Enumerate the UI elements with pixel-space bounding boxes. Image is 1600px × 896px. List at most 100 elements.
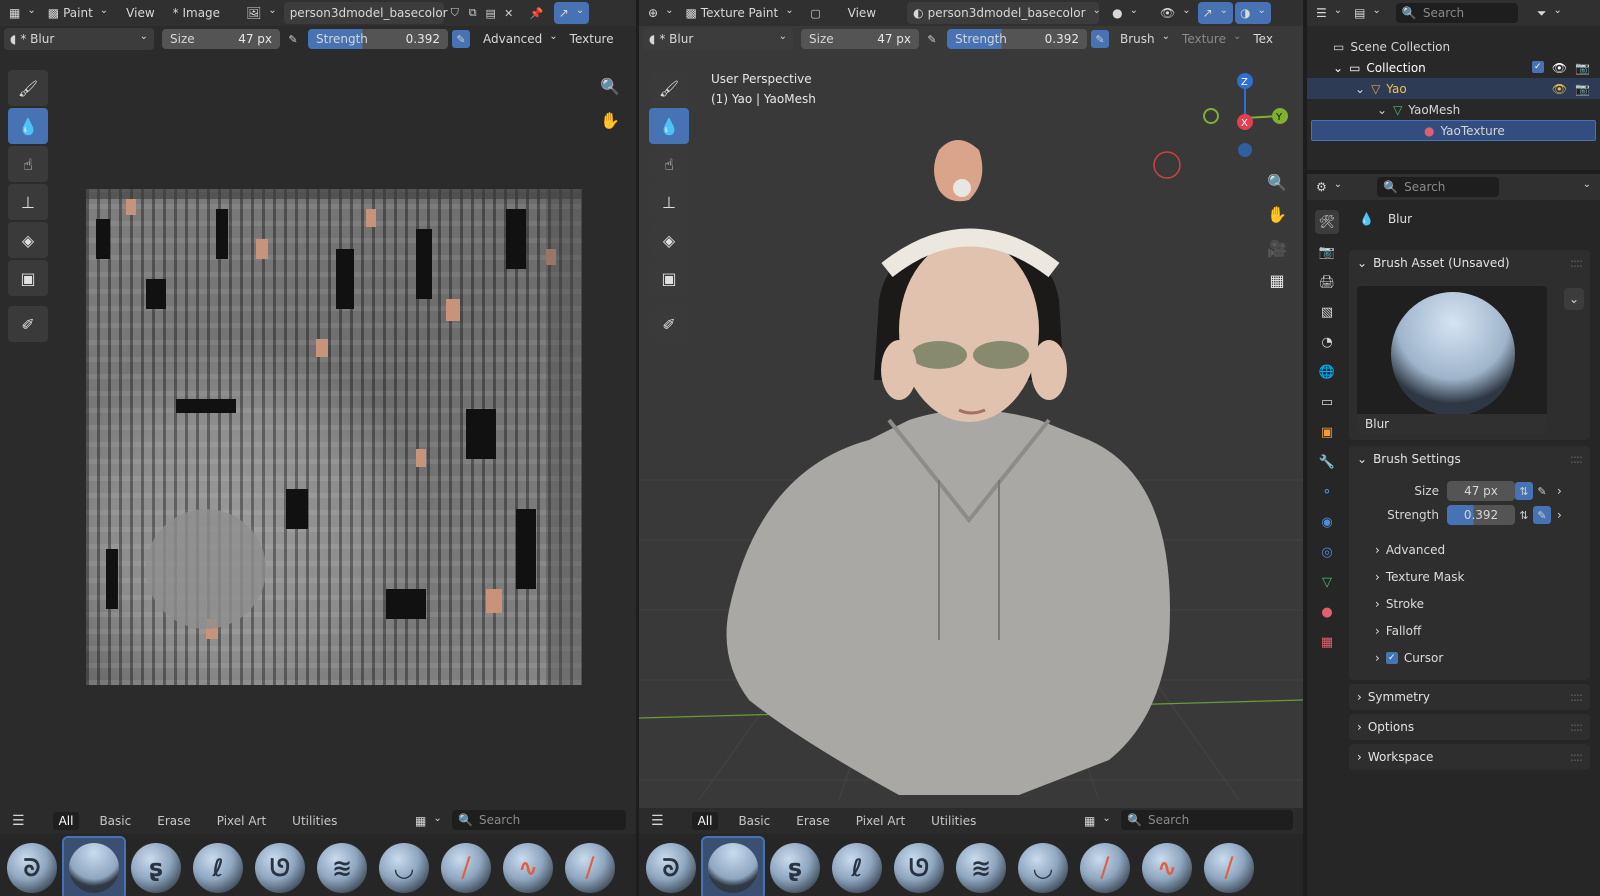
smear-tool[interactable]: ☝: [8, 146, 48, 182]
brush-thumb[interactable]: ◡: [374, 838, 434, 896]
object-row-yao[interactable]: ⌄ ▽ Yao 👁 📷: [1307, 78, 1600, 99]
brush-thumb[interactable]: ʂ: [765, 838, 825, 896]
zoom-icon[interactable]: 🔍: [596, 72, 624, 100]
stroke-subpanel[interactable]: › Stroke: [1349, 590, 1590, 617]
brush-thumb[interactable]: ≋: [951, 838, 1011, 896]
unit-toggle-icon[interactable]: ⇅: [1515, 482, 1533, 500]
shelf-search-input[interactable]: 🔍 Search: [452, 810, 626, 830]
size-field[interactable]: Size 47 px: [162, 29, 280, 49]
physics-tab-icon[interactable]: ◉: [1315, 510, 1339, 534]
eye-icon[interactable]: 👁: [1552, 82, 1567, 96]
camera-icon[interactable]: 📷: [1575, 82, 1590, 96]
shield-icon[interactable]: ⛉: [446, 4, 464, 22]
filter-button[interactable]: ⏷: [1532, 2, 1567, 24]
brush-settings-header[interactable]: ⌄ Brush Settings::::: [1349, 446, 1590, 472]
shelf-tab-basic[interactable]: Basic: [732, 812, 776, 830]
display-mode-button[interactable]: ▤: [1349, 2, 1386, 24]
image-browse-button[interactable]: 🖼: [241, 2, 282, 24]
close-icon[interactable]: ✕: [500, 4, 518, 22]
brush-thumb[interactable]: ∿: [1137, 838, 1197, 896]
duplicate-icon[interactable]: ⧉: [464, 4, 482, 22]
shelf-menu-icon[interactable]: ☰: [651, 813, 664, 829]
view-layer-tab-icon[interactable]: ▧: [1315, 300, 1339, 324]
properties-search-input[interactable]: 🔍 Search: [1377, 177, 1500, 197]
brush-thumb[interactable]: ⧸: [560, 838, 620, 896]
texture-canvas[interactable]: [86, 189, 582, 685]
particles-tab-icon[interactable]: ⚬: [1315, 480, 1339, 504]
brush-thumb[interactable]: ᘐ: [2, 838, 62, 896]
paint-mode-menu[interactable]: ▩ Paint: [43, 2, 113, 24]
brush-preview[interactable]: Blur: [1357, 286, 1547, 434]
shelf-display-button[interactable]: ▦: [410, 810, 447, 832]
brush-thumb-blur[interactable]: [701, 836, 765, 896]
pen-pressure-icon[interactable]: ✎: [1533, 506, 1551, 524]
brush-thumb-blur[interactable]: [62, 836, 126, 896]
annotate-tool[interactable]: ✐: [8, 306, 48, 342]
drag-handle-icon[interactable]: ::::: [1570, 452, 1583, 466]
options-button[interactable]: [1575, 176, 1596, 198]
falloff-subpanel[interactable]: › Falloff: [1349, 617, 1590, 644]
material-tab-icon[interactable]: ●: [1315, 600, 1339, 624]
shelf-tab-all[interactable]: All: [691, 812, 719, 830]
brush-thumb[interactable]: ᘎ: [889, 838, 949, 896]
clone-tool[interactable]: ⊥: [8, 184, 48, 220]
advanced-menu[interactable]: Advanced: [478, 28, 563, 50]
cursor-checkbox[interactable]: ✓: [1385, 651, 1398, 664]
pin-icon[interactable]: 📌: [528, 4, 546, 22]
shelf-tab-pixel-art[interactable]: Pixel Art: [850, 812, 911, 830]
chevron-right-icon[interactable]: ›: [1557, 508, 1562, 522]
brush-thumb[interactable]: ℓ: [188, 838, 248, 896]
tool-tab-icon[interactable]: 🛠: [1315, 210, 1339, 234]
brush-asset-dropdown[interactable]: ⌄: [1563, 288, 1584, 310]
brush-thumb[interactable]: ∿: [498, 838, 558, 896]
image-menu[interactable]: * Image: [168, 2, 225, 24]
brush-thumb[interactable]: ⧸: [1075, 838, 1135, 896]
world-tab-icon[interactable]: 🌐: [1315, 360, 1339, 384]
pen-pressure-icon[interactable]: ✎: [452, 30, 470, 48]
shelf-tab-basic[interactable]: Basic: [93, 812, 137, 830]
texture-tab-icon[interactable]: ▦: [1315, 630, 1339, 654]
blur-tool[interactable]: 💧: [8, 108, 48, 144]
collection-tab-icon[interactable]: ▭: [1315, 390, 1339, 414]
modifier-tab-icon[interactable]: 🔧: [1315, 450, 1339, 474]
symmetry-panel[interactable]: › Symmetry::::: [1349, 684, 1590, 710]
uv-sync-button[interactable]: ↗: [553, 2, 590, 24]
mesh-row-yaomesh[interactable]: ⌄ ▽ YaoMesh: [1307, 99, 1600, 120]
folder-icon[interactable]: ▤: [482, 4, 500, 22]
eye-icon[interactable]: 👁: [1552, 61, 1567, 75]
chevron-down-icon[interactable]: ⌄: [1355, 82, 1365, 96]
drag-handle-icon[interactable]: ::::: [1570, 720, 1583, 734]
image-name-field[interactable]: person3dmodel_basecolor: [283, 2, 448, 24]
fill-tool[interactable]: ◈: [8, 222, 48, 258]
texture-mask-subpanel[interactable]: › Texture Mask: [1349, 563, 1590, 590]
strength-value-field[interactable]: 0.392: [1447, 505, 1515, 525]
strength-field[interactable]: Strength 0.392: [308, 29, 448, 49]
shelf-tab-utilities[interactable]: Utilities: [925, 812, 982, 830]
editor-type-button[interactable]: ☰: [1311, 2, 1347, 24]
render-tab-icon[interactable]: 📷: [1315, 240, 1339, 264]
camera-icon[interactable]: 📷: [1575, 61, 1590, 75]
shelf-tab-erase[interactable]: Erase: [151, 812, 197, 830]
editor-type-button[interactable]: ⚙: [1311, 176, 1347, 198]
workspace-panel[interactable]: › Workspace::::: [1349, 744, 1590, 770]
shelf-tab-pixel-art[interactable]: Pixel Art: [211, 812, 272, 830]
brush-selector[interactable]: ◖ * Blur: [4, 28, 154, 50]
hand-icon[interactable]: ✋: [596, 106, 624, 134]
drag-handle-icon[interactable]: ::::: [1570, 750, 1583, 764]
unit-toggle-icon[interactable]: ⇅: [1515, 506, 1533, 524]
options-panel[interactable]: › Options::::: [1349, 714, 1590, 740]
shelf-tab-all[interactable]: All: [52, 812, 80, 830]
brush-thumb[interactable]: ≋: [312, 838, 372, 896]
collection-row[interactable]: ⌄ ▭ Collection ✓ 👁 📷: [1307, 57, 1600, 78]
drag-handle-icon[interactable]: ::::: [1570, 256, 1583, 270]
cursor-subpanel[interactable]: › ✓ Cursor: [1349, 644, 1590, 671]
data-tab-icon[interactable]: ▽: [1315, 570, 1339, 594]
shelf-display-button[interactable]: ▦: [1079, 810, 1116, 832]
brush-thumb[interactable]: ⧸: [436, 838, 496, 896]
shelf-search-input[interactable]: 🔍 Search: [1121, 810, 1293, 830]
chevron-down-icon[interactable]: ⌄: [1377, 103, 1387, 117]
brush-thumb[interactable]: ⧸: [1199, 838, 1259, 896]
shelf-menu-icon[interactable]: ☰: [12, 813, 25, 829]
checkbox-icon[interactable]: ✓: [1531, 60, 1544, 73]
brush-thumb[interactable]: ◡: [1013, 838, 1073, 896]
